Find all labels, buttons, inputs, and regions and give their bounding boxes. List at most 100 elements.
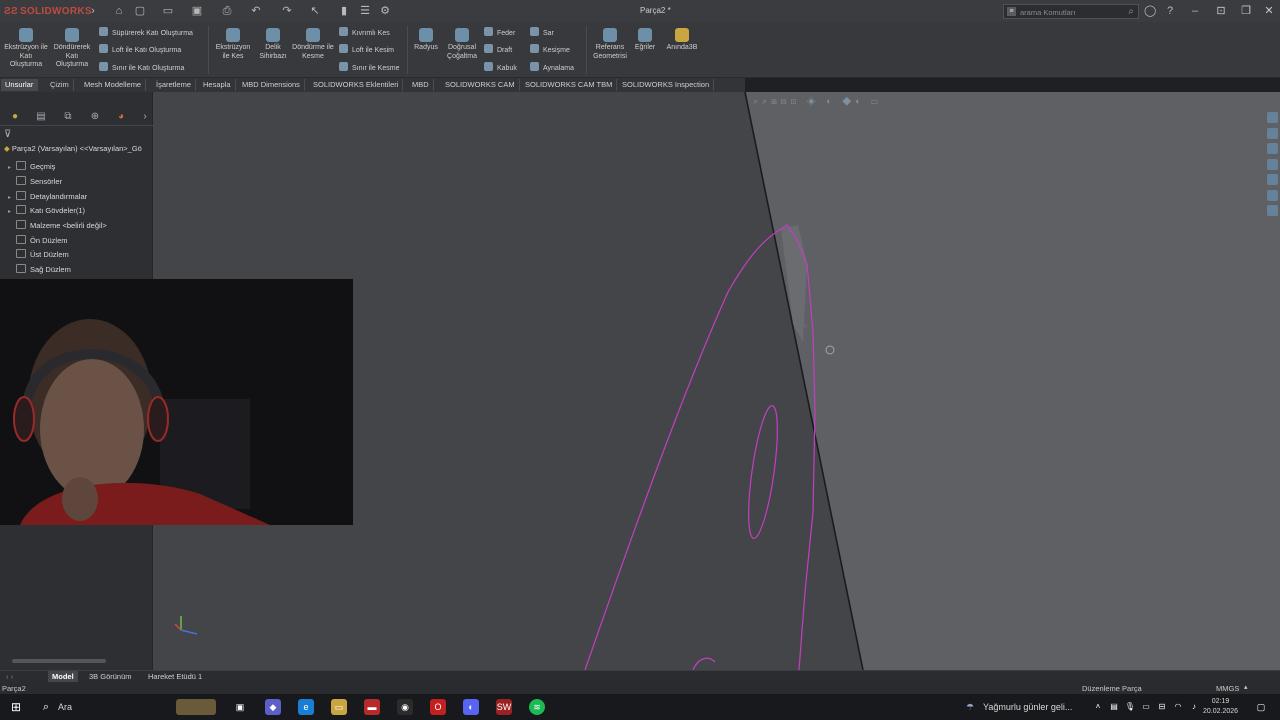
tab-sketch[interactable]: Çizim — [46, 79, 74, 91]
taskbar-search-label[interactable]: Ara — [58, 702, 72, 712]
home-icon[interactable]: ⌂ — [112, 4, 126, 18]
tree-item-front-plane[interactable]: Ön Düzlem — [8, 235, 68, 245]
extrude-cut-button[interactable]: Ekstrüzyon ile Kes — [212, 28, 254, 61]
expand-icon[interactable]: ▸ — [8, 194, 16, 201]
weather-text[interactable]: Yağmurlu günler geli... — [983, 702, 1072, 712]
custom-properties-icon[interactable] — [1267, 205, 1278, 216]
tab-solidworks-addins[interactable]: SOLIDWORKS Eklentileri — [309, 79, 404, 91]
search-scope-icon[interactable]: ≡ — [1007, 7, 1016, 16]
tab-nav-arrows[interactable]: ‹ › — [2, 671, 44, 682]
sketch-arc[interactable] — [692, 657, 716, 670]
expand-icon[interactable]: ▸ — [8, 208, 16, 215]
tree-item-material[interactable]: Malzeme <belirli değil> — [8, 220, 107, 230]
solidworks-taskbar-icon[interactable]: SW — [496, 699, 512, 715]
dimxpert-tab-icon[interactable]: ⊕ — [88, 110, 102, 124]
scrollbar-thumb[interactable] — [12, 659, 106, 663]
configuration-manager-tab-icon[interactable]: ⧉ — [61, 110, 75, 124]
tree-item-annotations[interactable]: ▸ Detaylandırmalar — [8, 191, 87, 201]
instant3d-button[interactable]: Anında3B — [662, 28, 702, 53]
tab-mbd[interactable]: MBD — [408, 79, 434, 91]
tree-item-history[interactable]: ▸ Geçmiş — [8, 161, 55, 171]
tab-features[interactable]: Unsurlar — [1, 79, 39, 91]
tree-item-sensors[interactable]: Sensörler — [8, 176, 62, 186]
wrap-button[interactable]: Sar — [530, 27, 554, 39]
loft-boss-button[interactable]: Loft ile Katı Oluşturma — [99, 44, 181, 56]
save-icon[interactable]: ▣ — [190, 4, 204, 18]
windows-start-icon[interactable]: ⊞ — [8, 699, 24, 715]
tab-solidworks-cam[interactable]: SOLIDWORKS CAM — [441, 79, 520, 91]
curves-button[interactable]: Eğriler — [632, 28, 658, 53]
tray-display-icon[interactable]: ▭ — [1138, 699, 1154, 715]
sketch-ellipse[interactable] — [743, 404, 783, 540]
expand-icon[interactable]: ▸ — [8, 164, 16, 171]
swept-cut-button[interactable]: Kıvrımlı Kes — [339, 27, 390, 39]
microphone-icon[interactable]: 🎙 — [1122, 699, 1138, 715]
wifi-icon[interactable]: ◠ — [1170, 699, 1186, 715]
units-chevron-icon[interactable]: ▴ — [1244, 683, 1248, 691]
fillet-button[interactable]: Radyus — [411, 28, 441, 53]
tree-item-top-plane[interactable]: Üst Düzlem — [8, 249, 69, 259]
minimize-ribbon-icon[interactable]: – — [1192, 4, 1198, 18]
open-folder-icon[interactable]: ▭ — [161, 4, 175, 18]
redo-icon[interactable]: ↷ — [280, 4, 294, 18]
tray-chevron-icon[interactable]: ˄ — [1090, 699, 1106, 715]
search-commands-input[interactable]: ≡ arama Komutları ⌕ — [1003, 4, 1139, 19]
extrude-boss-button[interactable]: Ekstrüzyon ile Katı Oluşturma — [4, 28, 48, 70]
draft-button[interactable]: Draft — [484, 44, 512, 56]
tab-evaluate[interactable]: Hesapla — [199, 79, 236, 91]
units-selector[interactable]: MMGS — [1216, 684, 1239, 693]
print-icon[interactable]: ⎙ — [220, 4, 234, 18]
options-gear-icon[interactable]: ⚙ — [378, 4, 392, 18]
mirror-button[interactable]: Aynalama — [530, 62, 574, 74]
home-icon[interactable] — [1267, 127, 1278, 139]
file-explorer-icon[interactable]: ▭ — [331, 699, 347, 715]
media-app-icon[interactable]: ▬ — [364, 699, 380, 715]
opera-icon[interactable]: O — [430, 699, 446, 715]
heads-up-view-toolbar[interactable]: ⌕⌕⊞⊟⊡ ◈ ◐ ◆◐ ▭ — [753, 96, 882, 107]
network-icon[interactable]: ⊟ — [1154, 699, 1170, 715]
notifications-icon[interactable]: ▢ — [1253, 699, 1269, 715]
design-library-icon[interactable] — [1267, 143, 1278, 154]
tab-markup[interactable]: İşaretleme — [152, 79, 197, 91]
tab-3d-view[interactable]: 3B Görünüm — [85, 671, 136, 682]
filter-icon[interactable]: ⊽ — [4, 129, 11, 140]
loft-cut-button[interactable]: Loft ile Kesim — [339, 44, 394, 56]
boundary-cut-button[interactable]: Sınır ile Kesme — [339, 62, 399, 74]
restore-window-icon[interactable]: ❐ — [1238, 3, 1254, 19]
tab-motion-study[interactable]: Hareket Etüdü 1 — [144, 671, 206, 682]
tab-solidworks-cam-tbm[interactable]: SOLIDWORKS CAM TBM — [521, 79, 618, 91]
file-explorer-icon[interactable] — [1267, 158, 1278, 170]
taskbar-clock[interactable]: 02:19 20.02.2026 — [1203, 697, 1238, 717]
task-view-icon[interactable]: ▣ — [232, 699, 248, 715]
tab-mbd-dimensions[interactable]: MBD Dimensions — [238, 79, 305, 91]
search-icon[interactable]: ⌕ — [1128, 6, 1134, 17]
maximize-ribbon-icon[interactable]: ⊡ — [1213, 3, 1229, 19]
sketch-profile[interactable] — [584, 224, 816, 670]
tree-item-solid-bodies[interactable]: ▸ Katı Gövdeler(1) — [8, 205, 85, 215]
display-manager-tab-icon[interactable]: ◕ — [114, 110, 128, 124]
panel-more-icon[interactable]: › — [138, 110, 152, 124]
traffic-light-icon[interactable]: ▮ — [337, 4, 351, 18]
hole-wizard-button[interactable]: Delik Sihirbazı — [256, 28, 290, 61]
feature-manager-tab-icon[interactable]: ● — [8, 110, 22, 124]
linear-pattern-button[interactable]: Doğrusal Çoğaltma — [443, 28, 481, 61]
rib-button[interactable]: Feder — [484, 27, 515, 39]
view-palette-icon[interactable] — [1267, 174, 1278, 185]
shell-button[interactable]: Kabuk — [484, 62, 517, 74]
tree-root-part[interactable]: ◆ Parça2 (Varsayılan) <<Varsayılan>_Gö — [4, 144, 142, 153]
copilot-icon[interactable]: ◆ — [265, 699, 281, 715]
tab-mesh-modeling[interactable]: Mesh Modelleme — [80, 79, 147, 91]
search-icon[interactable]: ⌕ — [38, 699, 54, 715]
property-manager-tab-icon[interactable]: ▤ — [34, 110, 48, 124]
close-window-icon[interactable]: ✕ — [1261, 3, 1277, 19]
tab-model[interactable]: Model — [48, 671, 78, 682]
panel-scrollbar[interactable] — [4, 657, 149, 665]
swept-boss-button[interactable]: Süpürerek Katı Oluşturma — [99, 27, 193, 39]
intersect-button[interactable]: Kesişme — [530, 44, 570, 56]
new-document-icon[interactable]: ▢ — [133, 4, 147, 18]
undo-icon[interactable]: ↶ — [249, 4, 263, 18]
solidworks-logo[interactable]: ƧƧ SOLIDWORKS — [4, 6, 92, 17]
select-icon[interactable]: ↖ — [308, 4, 322, 18]
spotify-icon[interactable]: ≋ — [529, 699, 545, 715]
help-icon[interactable]: ? — [1167, 4, 1173, 18]
